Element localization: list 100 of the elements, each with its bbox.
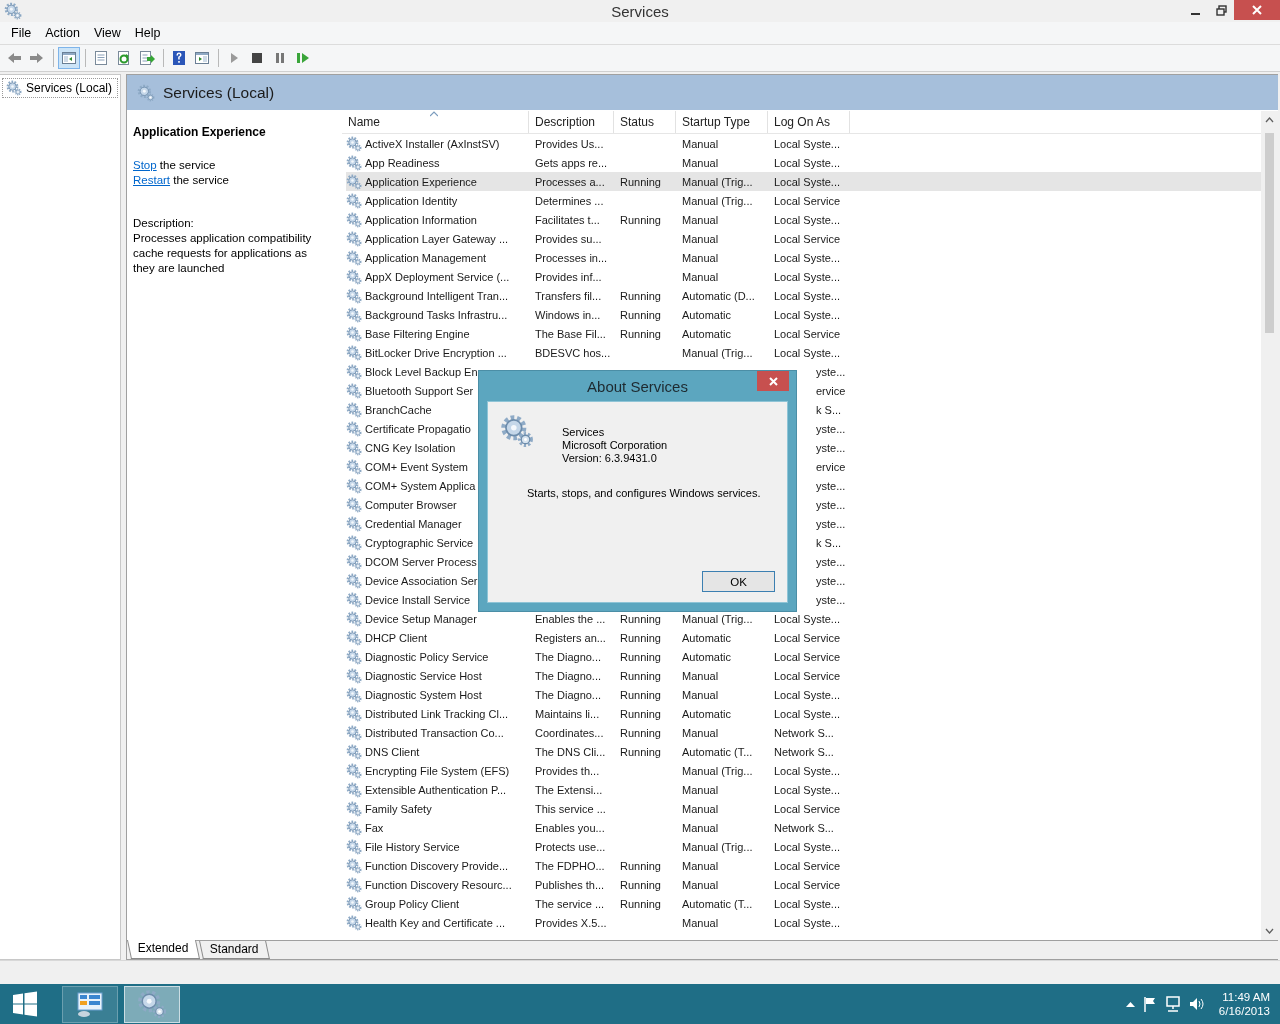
service-icon (346, 629, 362, 646)
table-cell: Processes a... (535, 175, 605, 188)
service-icon (346, 781, 362, 798)
view-tab[interactable]: Extended (127, 940, 200, 959)
table-cell: BDESVC hos... (535, 346, 611, 359)
table-cell: Local Service (774, 327, 841, 340)
menu-item[interactable]: Help (127, 26, 168, 40)
table-cell: Processes in... (535, 251, 608, 264)
description-text: Processes application compatibility cache requests for applications as they are launched (133, 231, 313, 276)
service-icon (346, 724, 362, 741)
table-cell: Provides Us... (535, 137, 604, 150)
service-name: Application Management (365, 251, 487, 264)
table-cell: Gets apps re... (535, 156, 608, 169)
column-header[interactable]: Description (529, 111, 614, 133)
table-cell: yste... (816, 593, 846, 606)
table-cell: The Diagno... (535, 650, 602, 663)
table-cell: Manual (682, 783, 719, 796)
service-icon (346, 477, 362, 494)
help-icon (171, 50, 187, 66)
selected-row[interactable]: Application Experience Processes a... Running Manual (Trig... Local Syste... (346, 172, 1261, 191)
service-name: Extensible Authentication P... (365, 783, 507, 796)
network-icon[interactable] (1164, 996, 1181, 1012)
show-hidden-icons-icon[interactable] (1125, 1001, 1135, 1007)
table-cell: Manual (682, 916, 719, 929)
table-cell: Local Syste... (774, 289, 841, 302)
service-icon (346, 534, 362, 551)
menu-item[interactable]: File (4, 26, 39, 40)
service-icon (346, 344, 362, 361)
table-cell: Running (620, 897, 661, 910)
table-cell: Manual (682, 251, 719, 264)
action-link[interactable]: Stop (133, 159, 157, 171)
table-cell: Manual (682, 270, 719, 283)
column-header[interactable]: Startup Type (676, 111, 768, 133)
close-button[interactable] (1234, 0, 1280, 20)
service-icon (346, 819, 362, 836)
services-taskbar-button[interactable] (124, 985, 180, 1023)
table-cell: Enables the ... (535, 612, 606, 625)
table-cell: ervice (816, 460, 846, 473)
service-icon (346, 610, 362, 627)
scrollbar-thumb[interactable] (1265, 133, 1274, 333)
control-panel-taskbar-button[interactable] (62, 985, 118, 1023)
table-cell: Running (620, 308, 661, 321)
service-icon (346, 439, 362, 456)
table-cell: Automatic (T... (682, 897, 753, 910)
restore-icon (1215, 4, 1227, 16)
speaker-icon[interactable] (1188, 996, 1205, 1012)
table-cell: Local Syste... (774, 783, 841, 796)
scrollbar[interactable] (1261, 111, 1278, 940)
dialog-close-button[interactable] (757, 371, 789, 391)
tree-item[interactable]: Services (Local) (2, 78, 118, 98)
product-name: Services (562, 426, 606, 439)
service-name: Computer Browser (365, 498, 457, 511)
table-cell: Manual (682, 156, 719, 169)
service-icon (346, 192, 362, 209)
export-list-icon (139, 50, 155, 66)
clock[interactable]: 11:49 AM 6/16/2013 (1218, 990, 1270, 1018)
action-link[interactable]: Restart (133, 174, 171, 186)
service-name: COM+ System Applica (365, 479, 476, 492)
dialog-title: About Services (587, 377, 688, 395)
service-icon (346, 572, 362, 589)
service-icon (346, 211, 362, 228)
gear-icon (6, 80, 22, 96)
service-name: Application Identity (365, 194, 458, 207)
service-icon (346, 420, 362, 437)
table-cell: Network S... (774, 726, 834, 739)
table-cell: Local Syste... (774, 137, 841, 150)
table-cell: Automatic (682, 308, 731, 321)
ok-button[interactable]: OK (702, 571, 775, 592)
gear-icon (137, 83, 155, 102)
view-tab[interactable]: Standard (198, 941, 270, 959)
column-header[interactable]: Log On As (768, 111, 850, 133)
table-cell: Local Syste... (774, 764, 841, 777)
minimize-icon (1190, 13, 1200, 15)
service-icon (346, 686, 362, 703)
service-name: Block Level Backup En (365, 365, 478, 378)
menu-item[interactable]: View (86, 26, 128, 40)
service-icon (346, 876, 362, 893)
service-name: BitLocker Drive Encryption ... (365, 346, 507, 359)
table-cell: Manual (Trig... (682, 194, 753, 207)
table-cell: Local Syste... (774, 916, 841, 929)
column-header[interactable]: Status (614, 111, 676, 133)
table-cell: Manual (682, 878, 719, 891)
table-cell: Local Service (774, 650, 841, 663)
service-name: Diagnostic System Host (365, 688, 482, 701)
action-text: Stop the service (133, 158, 217, 173)
console-tree-button[interactable] (58, 47, 80, 69)
resume-icon (295, 50, 311, 66)
flag-icon[interactable] (1142, 996, 1157, 1012)
service-icon (346, 800, 362, 817)
table-cell: Manual (682, 213, 719, 226)
table-cell: yste... (816, 574, 846, 587)
service-icon (346, 325, 362, 342)
table-cell: Manual (682, 232, 719, 245)
service-name: CNG Key Isolation (365, 441, 456, 454)
column-header[interactable]: Name (342, 111, 529, 133)
service-name: Bluetooth Support Ser (365, 384, 474, 397)
menu-item[interactable]: Action (38, 26, 87, 40)
service-icon (346, 249, 362, 266)
table-cell: Local Service (774, 232, 841, 245)
table-cell: Enables you... (535, 821, 605, 834)
